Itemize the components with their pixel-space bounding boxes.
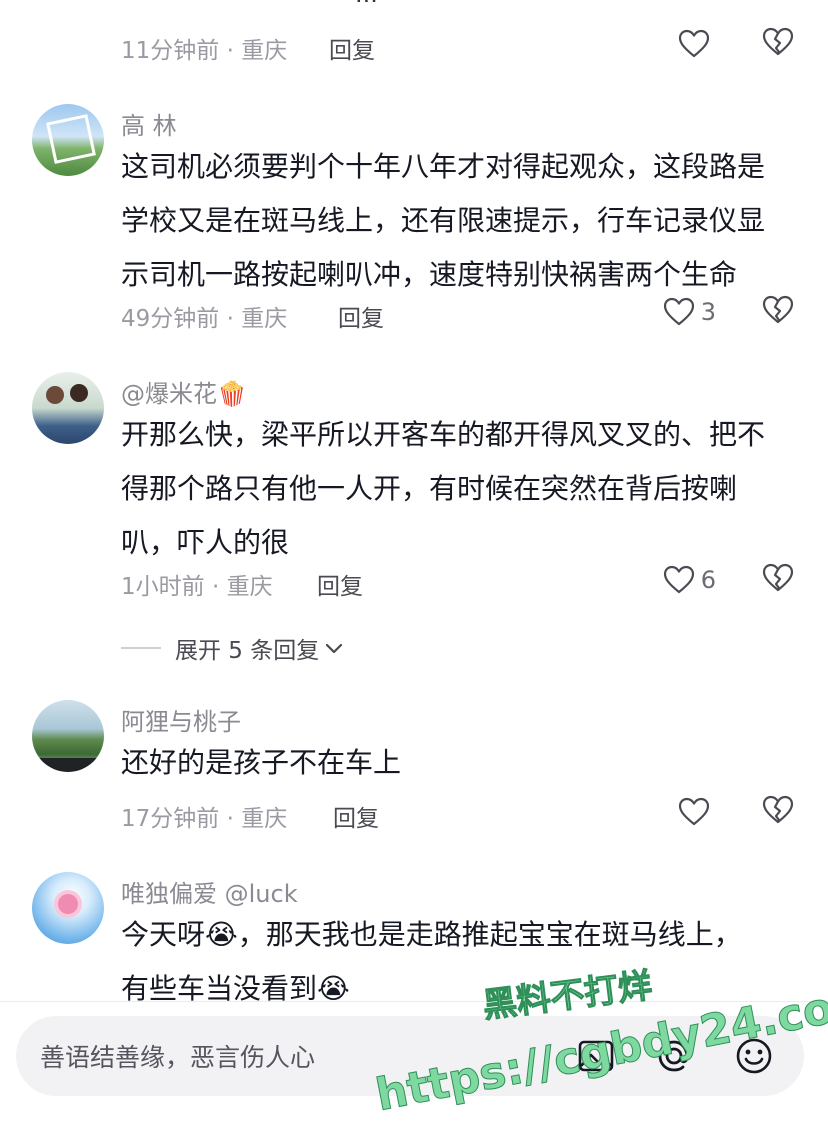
broken-heart-icon[interactable] <box>762 26 794 58</box>
comment-meta-row: 11分钟前 · 重庆 回复 <box>0 24 828 64</box>
chevron-down-icon <box>326 643 343 654</box>
like-count: 3 <box>700 298 716 326</box>
reply-button[interactable]: 回复 <box>338 299 384 333</box>
heart-icon <box>663 297 694 326</box>
comment-meta-row: 1小时前 · 重庆 回复 6 <box>0 560 828 600</box>
avatar[interactable] <box>32 372 104 444</box>
avatar[interactable] <box>32 872 104 944</box>
comment-author[interactable]: @爆米花🍿 <box>121 374 247 409</box>
comment-text: 开那么快，梁平所以开客车的都开得风叉叉的、把不 得那个路只有他一人开，有时候在突… <box>121 418 766 559</box>
reply-button[interactable]: 回复 <box>317 567 363 601</box>
comment-author[interactable]: 高 林 <box>121 106 177 141</box>
comment-text: 还好的是孩子不在车上 <box>121 746 402 779</box>
avatar[interactable] <box>32 700 104 772</box>
like-button[interactable] <box>678 26 716 62</box>
comment-text: 今天呀😭，那天我也是走路推起宝宝在斑马线上， 有些车当没看到😭 <box>121 918 742 1005</box>
heart-icon <box>678 29 710 58</box>
like-button[interactable]: 6 <box>663 562 716 598</box>
reply-button[interactable]: 回复 <box>329 31 375 65</box>
broken-heart-icon[interactable] <box>762 562 794 594</box>
comment-time-location: 1小时前 · 重庆 <box>121 574 273 600</box>
smiley-icon[interactable] <box>734 1036 774 1076</box>
divider-dash <box>121 647 161 649</box>
image-icon[interactable] <box>576 1036 616 1076</box>
comment-time-location: 11分钟前 · 重庆 <box>121 38 288 64</box>
comment-time-location: 17分钟前 · 重庆 <box>121 806 288 832</box>
comment-author[interactable]: 阿狸与桃子 <box>121 702 241 737</box>
like-button[interactable]: 3 <box>663 294 716 330</box>
comment-text: 这司机必须要判个十年八年才对得起观众，这段路是 学校又是在斑马线上，还有限速提示… <box>121 150 766 291</box>
broken-heart-icon[interactable] <box>762 794 794 826</box>
broken-heart-icon[interactable] <box>762 294 794 326</box>
heart-icon <box>663 565 694 594</box>
reply-button[interactable]: 回复 <box>333 799 379 833</box>
comment-time-location: 49分钟前 · 重庆 <box>121 306 288 332</box>
comment-input[interactable]: 善语结善缘，恶言伤人心 <box>40 1038 315 1074</box>
like-button[interactable] <box>678 794 716 830</box>
cut-off-text: ... <box>355 0 378 8</box>
expand-replies-label: 展开 5 条回复 <box>175 638 320 664</box>
expand-replies-button[interactable]: 展开 5 条回复 <box>121 630 345 666</box>
comment-input-bar[interactable]: 善语结善缘，恶言伤人心 <box>16 1016 804 1096</box>
like-count: 6 <box>700 566 716 594</box>
comment-meta-row: 49分钟前 · 重庆 回复 3 <box>0 292 828 332</box>
avatar[interactable] <box>32 104 104 176</box>
comment-meta-row: 17分钟前 · 重庆 回复 <box>0 792 828 832</box>
at-icon[interactable] <box>654 1036 694 1076</box>
heart-icon <box>678 797 710 826</box>
input-divider <box>0 1001 828 1002</box>
comment-author[interactable]: 唯独偏爱 @luck <box>121 874 298 909</box>
